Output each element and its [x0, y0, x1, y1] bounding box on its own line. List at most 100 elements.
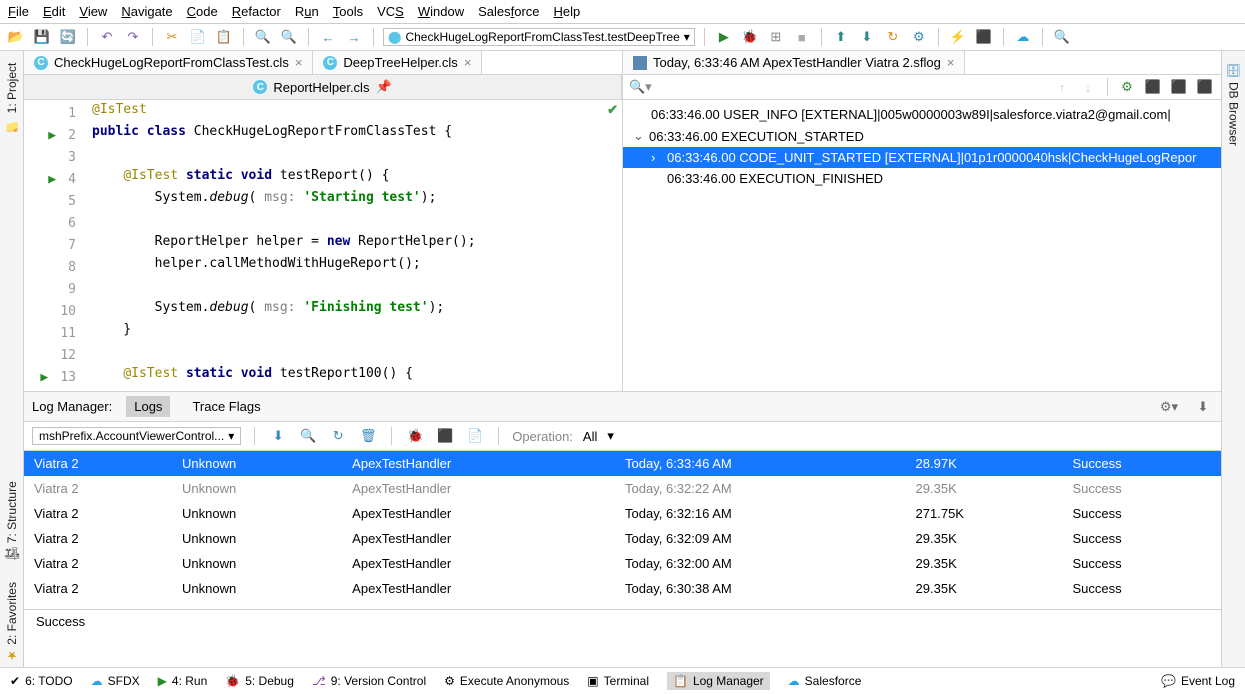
menu-help[interactable]: Help [554, 4, 581, 19]
table-row[interactable]: Viatra 2UnknownApexTestHandlerToday, 6:3… [24, 551, 1221, 576]
tab-log-file[interactable]: Today, 6:33:46 AM ApexTestHandler Viatra… [623, 51, 965, 74]
undo-icon[interactable]: ↶ [97, 27, 117, 47]
tree-row[interactable]: 06:33:46.00 USER_INFO [EXTERNAL]|005w000… [623, 104, 1221, 125]
menu-file[interactable]: File [8, 4, 29, 19]
down-icon[interactable]: ↓ [1078, 77, 1098, 97]
chevron-down-icon[interactable]: ⌄ [633, 128, 645, 144]
search-icon[interactable]: 🔍 [1052, 27, 1072, 47]
chevron-right-icon[interactable]: › [651, 150, 663, 165]
run-config-selector[interactable]: ⬤ CheckHugeLogReportFromClassTest.testDe… [383, 28, 695, 46]
db-browser-tab[interactable]: 🗄DB Browser [1225, 59, 1243, 150]
download-icon[interactable]: ⬇ [268, 426, 288, 446]
log-tree[interactable]: 06:33:46.00 USER_INFO [EXTERNAL]|005w000… [623, 100, 1221, 391]
sf-cloud-icon[interactable]: ☁ [1013, 27, 1033, 47]
logs-tab[interactable]: Logs [126, 396, 170, 417]
menu-view[interactable]: View [79, 4, 107, 19]
filter-icon[interactable]: ⬛ [1143, 77, 1163, 97]
sf-extra1-icon[interactable]: ⚡ [948, 27, 968, 47]
tool-icon[interactable]: ⬛ [435, 426, 455, 446]
favorites-tool-tab[interactable]: ★2: Favorites [3, 578, 21, 667]
menu-code[interactable]: Code [187, 4, 218, 19]
sfdx-button[interactable]: ☁SFDX [91, 674, 140, 688]
close-icon[interactable]: × [295, 55, 303, 70]
run-line-icon[interactable]: ▶ [44, 172, 60, 187]
menu-edit[interactable]: Edit [43, 4, 65, 19]
structure-tool-tab[interactable]: 🏗7: Structure [3, 477, 21, 566]
search-icon[interactable]: 🔍▾ [629, 79, 652, 95]
code-editor[interactable]: @IsTest public class CheckHugeLogReportF… [84, 100, 622, 391]
sync-icon[interactable]: 🔄 [58, 27, 78, 47]
delete-icon[interactable]: 🗑 [358, 426, 378, 446]
debug-button[interactable]: 🐞5: Debug [225, 674, 294, 688]
editor-tab-row-1: C CheckHugeLogReportFromClassTest.cls × … [24, 51, 622, 75]
event-log-button[interactable]: 💬Event Log [1161, 674, 1235, 688]
close-icon[interactable]: × [464, 55, 472, 70]
up-icon[interactable]: ↑ [1052, 77, 1072, 97]
version-control-button[interactable]: ⎇9: Version Control [312, 674, 426, 688]
redo-icon[interactable]: ↷ [123, 27, 143, 47]
search-icon[interactable]: 🔍 [298, 426, 318, 446]
copy-icon[interactable]: 📄 [188, 27, 208, 47]
menu-window[interactable]: Window [418, 4, 464, 19]
menu-salesforce[interactable]: Salesforce [478, 4, 539, 19]
sf-retrieve-icon[interactable]: ⬇ [857, 27, 877, 47]
bug-icon[interactable]: 🐞 [405, 426, 425, 446]
run-icon[interactable]: ▶ [714, 27, 734, 47]
back-icon[interactable]: ← [318, 27, 338, 47]
project-tool-tab[interactable]: 📁1: Project [3, 59, 21, 136]
class-filter-selector[interactable]: mshPrefix.AccountViewerControl... ▾ [32, 427, 241, 445]
close-icon[interactable]: × [947, 55, 955, 70]
sf-extra2-icon[interactable]: ⬛ [974, 27, 994, 47]
tab-deep-tree[interactable]: C DeepTreeHelper.cls × [313, 51, 482, 74]
gear-icon[interactable]: ⚙▾ [1159, 397, 1179, 417]
pin-icon[interactable]: 📌 [375, 79, 391, 95]
menu-vcs[interactable]: VCS [377, 4, 404, 19]
todo-button[interactable]: ✔6: TODO [10, 674, 73, 688]
tab-main-test[interactable]: C CheckHugeLogReportFromClassTest.cls × [24, 51, 313, 74]
menu-run[interactable]: Run [295, 4, 319, 19]
log-table[interactable]: Viatra 2UnknownApexTestHandlerToday, 6:3… [24, 451, 1221, 609]
run-line-icon[interactable]: ▶ [36, 370, 52, 385]
coverage-icon[interactable]: ⊞ [766, 27, 786, 47]
tree-row-selected[interactable]: ›06:33:46.00 CODE_UNIT_STARTED [EXTERNAL… [623, 147, 1221, 168]
menu-navigate[interactable]: Navigate [121, 4, 172, 19]
log-search-input[interactable] [658, 78, 1046, 96]
more-icon[interactable]: ⬛ [1195, 77, 1215, 97]
zoom-in-icon[interactable]: 🔍 [253, 27, 273, 47]
log-manager-button[interactable]: 📋Log Manager [667, 672, 770, 690]
execute-anonymous-button[interactable]: ⚙Execute Anonymous [444, 674, 569, 688]
operation-value[interactable]: All [583, 429, 597, 444]
paste-icon[interactable]: 📋 [214, 27, 234, 47]
zoom-out-icon[interactable]: 🔍 [279, 27, 299, 47]
sf-refresh-icon[interactable]: ↻ [883, 27, 903, 47]
save-all-icon[interactable]: 💾 [32, 27, 52, 47]
salesforce-button[interactable]: ☁Salesforce [788, 674, 862, 688]
cut-icon[interactable]: ✂ [162, 27, 182, 47]
trace-flags-tab[interactable]: Trace Flags [184, 396, 268, 417]
menu-refactor[interactable]: Refactor [232, 4, 281, 19]
table-row[interactable]: Viatra 2UnknownApexTestHandlerToday, 6:3… [24, 576, 1221, 601]
gear-icon[interactable]: ⚙ [1117, 77, 1137, 97]
sf-deploy-icon[interactable]: ⬆ [831, 27, 851, 47]
table-row[interactable]: Viatra 2UnknownApexTestHandlerToday, 6:3… [24, 526, 1221, 551]
download-icon[interactable]: ⬇ [1193, 397, 1213, 417]
table-row[interactable]: Viatra 2UnknownApexTestHandlerToday, 6:3… [24, 501, 1221, 526]
terminal-button[interactable]: ▣Terminal [587, 674, 649, 688]
chevron-down-icon[interactable]: ▾ [607, 428, 614, 444]
open-icon[interactable]: 📂 [6, 27, 26, 47]
tab-report-helper[interactable]: C ReportHelper.cls 📌 [24, 75, 622, 99]
refresh-icon[interactable]: ↻ [328, 426, 348, 446]
forward-icon[interactable]: → [344, 27, 364, 47]
run-button[interactable]: ▶4: Run [158, 674, 208, 688]
menu-tools[interactable]: Tools [333, 4, 363, 19]
table-row[interactable]: Viatra 2UnknownApexTestHandlerToday, 6:3… [24, 451, 1221, 476]
settings-icon[interactable]: ⬛ [1169, 77, 1189, 97]
copy-icon[interactable]: 📄 [465, 426, 485, 446]
table-row[interactable]: Viatra 2UnknownApexTestHandlerToday, 6:3… [24, 476, 1221, 501]
stop-icon[interactable]: ■ [792, 27, 812, 47]
tree-row[interactable]: 06:33:46.00 EXECUTION_FINISHED [623, 168, 1221, 189]
tree-row[interactable]: ⌄06:33:46.00 EXECUTION_STARTED [623, 125, 1221, 147]
run-line-icon[interactable]: ▶ [44, 128, 60, 143]
debug-icon[interactable]: 🐞 [740, 27, 760, 47]
sf-tool-icon[interactable]: ⚙ [909, 27, 929, 47]
